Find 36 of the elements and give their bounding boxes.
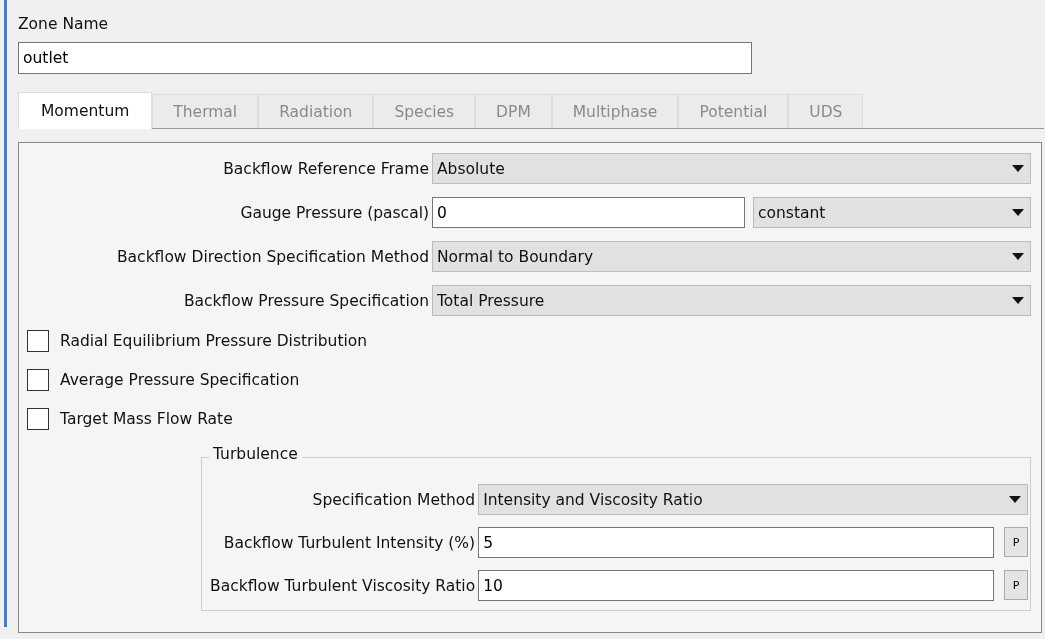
tab[interactable]: Momentum <box>18 92 153 129</box>
field-label: Zone Name <box>18 14 110 35</box>
caret-icon <box>1012 209 1024 216</box>
field-label: Gauge Pressure (pascal) <box>239 203 429 222</box>
input-field[interactable]: 5 <box>478 527 994 558</box>
input-field[interactable]: 0 <box>432 197 745 228</box>
checkbox[interactable] <box>27 369 49 391</box>
dropdown[interactable]: Total Pressure <box>432 285 1031 316</box>
checkbox[interactable] <box>27 408 49 430</box>
field-label: Specification Method <box>311 490 476 509</box>
field-label: Backflow Turbulent Viscosity Ratio <box>210 576 476 595</box>
dropdown-value: Intensity and Viscosity Ratio <box>483 490 703 509</box>
field-label: Backflow Reference Frame <box>222 159 429 178</box>
checkbox[interactable] <box>27 330 49 352</box>
field-label: Backflow Turbulent Intensity (%) <box>222 533 476 552</box>
caret-icon <box>1012 297 1024 304</box>
dropdown-value: Total Pressure <box>437 291 545 310</box>
dropdown-value: constant <box>758 203 826 222</box>
zone-name-field[interactable]: outlet <box>18 42 752 74</box>
checkbox-label: Average Pressure Specification <box>60 371 300 389</box>
parameter-button[interactable]: P <box>1004 570 1028 600</box>
dropdown[interactable]: Intensity and Viscosity Ratio <box>478 484 1028 515</box>
caret-icon <box>1009 496 1021 503</box>
caret-icon <box>1012 253 1024 260</box>
input-field[interactable]: 10 <box>478 570 994 601</box>
dropdown[interactable]: Normal to Boundary <box>432 241 1031 272</box>
dropdown[interactable]: constant <box>753 197 1031 228</box>
parameter-button[interactable]: P <box>1004 527 1028 557</box>
caret-icon <box>1012 165 1024 172</box>
checkbox-label: Radial Equilibrium Pressure Distribution <box>60 332 368 350</box>
field-label: Backflow Direction Specification Method <box>116 247 429 266</box>
dropdown-value: Normal to Boundary <box>437 247 594 266</box>
checkbox-label: Target Mass Flow Rate <box>60 410 233 428</box>
dropdown[interactable]: Absolute <box>432 153 1031 184</box>
dropdown-value: Absolute <box>437 159 505 178</box>
field-label: Backflow Pressure Specification <box>182 291 429 310</box>
